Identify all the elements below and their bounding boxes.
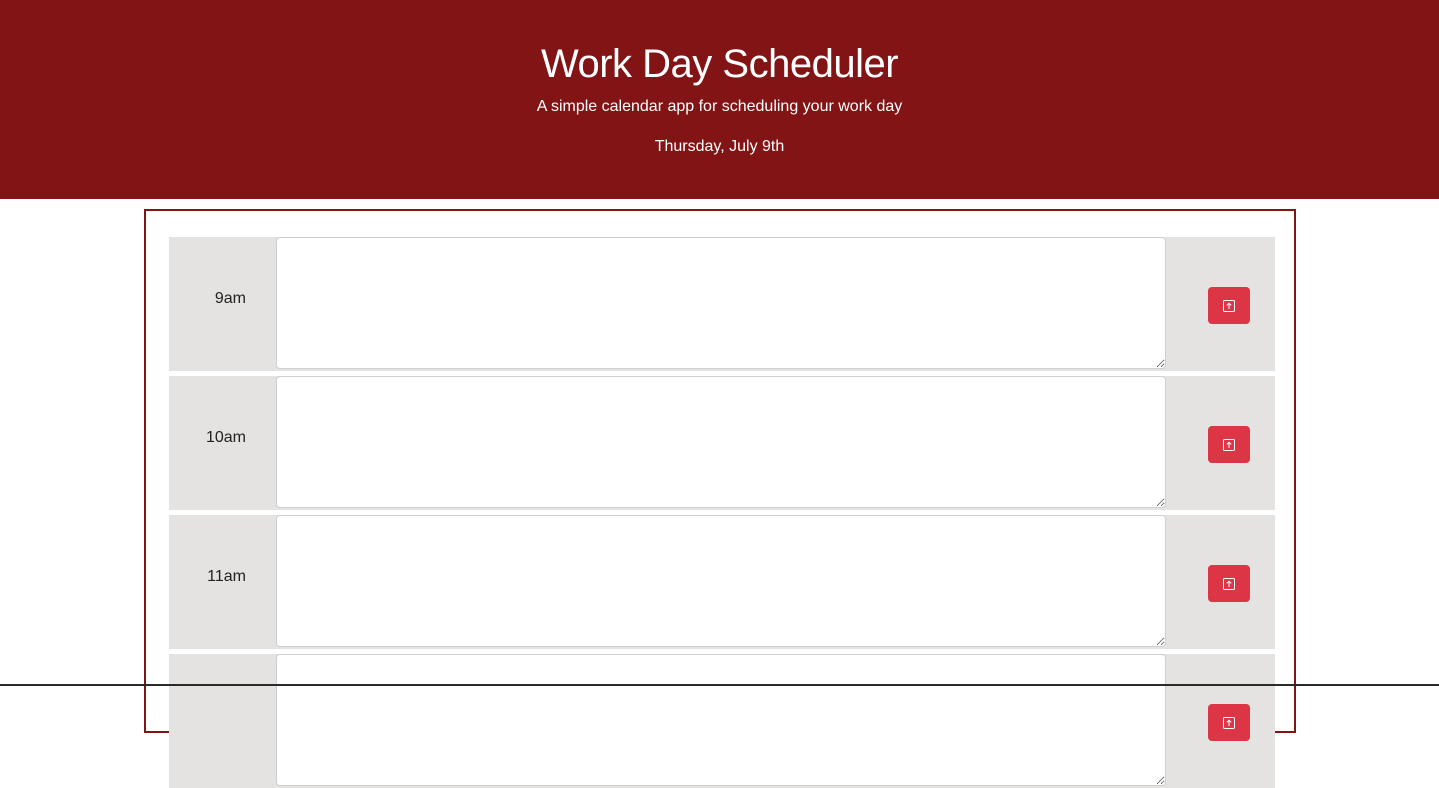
save-button[interactable] <box>1208 565 1250 602</box>
save-icon <box>1223 716 1235 729</box>
time-block: 10am <box>169 376 1275 510</box>
schedule-container: 9am 10am 11am <box>144 209 1296 788</box>
time-block: 11am <box>169 515 1275 649</box>
hour-label <box>169 654 246 788</box>
save-button[interactable] <box>1208 287 1250 324</box>
hour-label: 9am <box>214 290 246 307</box>
description-textarea[interactable] <box>276 237 1166 369</box>
hour-label: 11am <box>207 568 246 585</box>
page-title: Work Day Scheduler <box>540 42 899 86</box>
header: Work Day Scheduler A simple calendar app… <box>0 0 1439 199</box>
description-textarea[interactable] <box>276 376 1166 508</box>
current-day: Thursday, July 9th <box>654 138 785 155</box>
description-textarea[interactable] <box>276 515 1166 647</box>
save-button[interactable] <box>1208 704 1250 741</box>
hour-label: 10am <box>205 429 246 446</box>
save-icon <box>1223 577 1235 590</box>
time-block <box>169 654 1275 788</box>
time-block: 9am <box>169 237 1275 371</box>
page-subtitle: A simple calendar app for scheduling you… <box>536 98 903 115</box>
save-button[interactable] <box>1208 426 1250 463</box>
save-icon <box>1223 438 1235 451</box>
description-textarea[interactable] <box>276 654 1166 786</box>
save-icon <box>1223 299 1235 312</box>
